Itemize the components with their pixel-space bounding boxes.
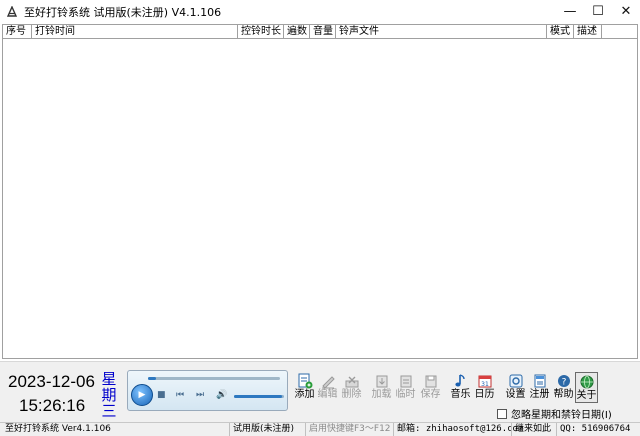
status-qq: QQ: 516906764 <box>556 423 630 436</box>
load-icon <box>376 375 387 388</box>
ignore-week-label: 忽略星期和禁铃日期(I) <box>511 410 612 421</box>
minimize-button[interactable]: — <box>556 0 584 23</box>
status-slogan: 继来如此 <box>511 423 551 436</box>
save-button[interactable]: 保存 <box>419 372 442 403</box>
column-header-sound-file[interactable]: 铃声文件 <box>336 25 547 39</box>
ignore-week-option[interactable]: 忽略星期和禁铃日期(I) <box>497 406 612 421</box>
edit-button[interactable]: 编辑 <box>316 372 339 403</box>
calendar-button[interactable]: 31 日历 <box>473 372 496 403</box>
current-time: 15:26:16 <box>19 396 86 415</box>
temporary-label: 临时 <box>395 389 416 400</box>
current-weekday: 星期三 <box>101 370 117 420</box>
add-icon <box>298 373 312 389</box>
edit-icon <box>321 376 335 389</box>
seek-slider[interactable] <box>148 377 280 380</box>
load-button[interactable]: 加载 <box>370 372 393 403</box>
save-label: 保存 <box>420 389 441 400</box>
help-button[interactable]: ? 帮助 <box>552 372 575 403</box>
column-header-repeat[interactable]: 遍数 <box>284 25 310 39</box>
add-button[interactable]: 添加 <box>293 372 316 403</box>
seek-progress <box>148 377 156 380</box>
edit-label: 编辑 <box>317 389 338 400</box>
delete-icon <box>345 376 358 388</box>
delete-button[interactable]: 删除 <box>340 372 363 403</box>
current-date: 2023-12-06 <box>8 372 95 391</box>
volume-icon[interactable]: 🔊 <box>216 390 227 400</box>
status-edition: 试用版(未注册) <box>229 423 294 436</box>
svg-text:?: ? <box>561 378 566 388</box>
stop-icon[interactable]: ■ <box>157 390 166 400</box>
music-button[interactable]: 音乐 <box>449 372 472 403</box>
settings-icon <box>509 374 522 388</box>
help-label: 帮助 <box>553 389 574 400</box>
settings-label: 设置 <box>505 389 526 400</box>
title-bar: 至好打铃系统 试用版(未注册) V4.1.106 — ☐ ✕ <box>0 0 640 23</box>
column-header-ring-time[interactable]: 打铃时间 <box>32 25 238 39</box>
svg-text:31: 31 <box>481 381 489 388</box>
status-version: 至好打铃系统 Ver4.1.106 <box>5 424 111 434</box>
about-label: 关于 <box>576 390 597 401</box>
next-icon[interactable]: ⏭ <box>196 390 204 400</box>
maximize-button[interactable]: ☐ <box>584 0 612 23</box>
window-title: 至好打铃系统 试用版(未注册) V4.1.106 <box>24 5 222 19</box>
app-bell-icon <box>6 5 18 17</box>
temporary-button[interactable]: 临时 <box>394 372 417 403</box>
register-button[interactable]: 注册 <box>528 372 551 403</box>
play-button[interactable]: ▶ <box>131 384 153 406</box>
delete-label: 删除 <box>341 389 362 400</box>
temporary-icon <box>400 375 411 388</box>
music-note-icon <box>454 374 465 387</box>
column-header-volume[interactable]: 音量 <box>310 25 336 39</box>
volume-level <box>234 395 282 398</box>
column-header-duration[interactable]: 控铃时长 <box>238 25 284 39</box>
status-hotkeys: 启用快捷键F3～F12 <box>305 423 391 436</box>
add-label: 添加 <box>294 389 315 400</box>
help-icon: ? <box>557 375 570 388</box>
settings-button[interactable]: 设置 <box>504 372 527 403</box>
media-player: ▶ ■ ⏮ ⏭ 🔊 <box>127 370 288 411</box>
calendar-label: 日历 <box>474 389 495 400</box>
register-icon <box>534 374 545 388</box>
control-panel: 2023-12-06 15:26:16 星期三 ▶ ■ ⏮ ⏭ 🔊 添加 编辑 … <box>0 361 640 422</box>
calendar-icon: 31 <box>478 375 491 388</box>
register-label: 注册 <box>529 389 550 400</box>
volume-slider[interactable] <box>234 395 284 398</box>
music-label: 音乐 <box>450 389 471 400</box>
column-header-description[interactable]: 描述 <box>574 25 602 39</box>
schedule-table[interactable]: 序号 打铃时间 控铃时长 遍数 音量 铃声文件 模式 描述 <box>2 24 638 359</box>
table-header: 序号 打铃时间 控铃时长 遍数 音量 铃声文件 模式 描述 <box>3 25 637 39</box>
close-button[interactable]: ✕ <box>612 0 640 23</box>
ignore-week-checkbox[interactable] <box>497 408 507 419</box>
about-button[interactable]: 关于 <box>575 372 598 403</box>
status-bar: 至好打铃系统 Ver4.1.106 试用版(未注册) 启用快捷键F3～F12 邮… <box>0 422 640 436</box>
column-header-index[interactable]: 序号 <box>3 25 32 39</box>
load-label: 加载 <box>371 389 392 400</box>
status-email: 邮箱: zhihaosoft@126.com <box>393 423 523 436</box>
globe-icon <box>580 375 593 389</box>
previous-icon[interactable]: ⏮ <box>176 390 184 400</box>
column-header-mode[interactable]: 模式 <box>547 25 574 39</box>
save-icon <box>425 375 436 388</box>
